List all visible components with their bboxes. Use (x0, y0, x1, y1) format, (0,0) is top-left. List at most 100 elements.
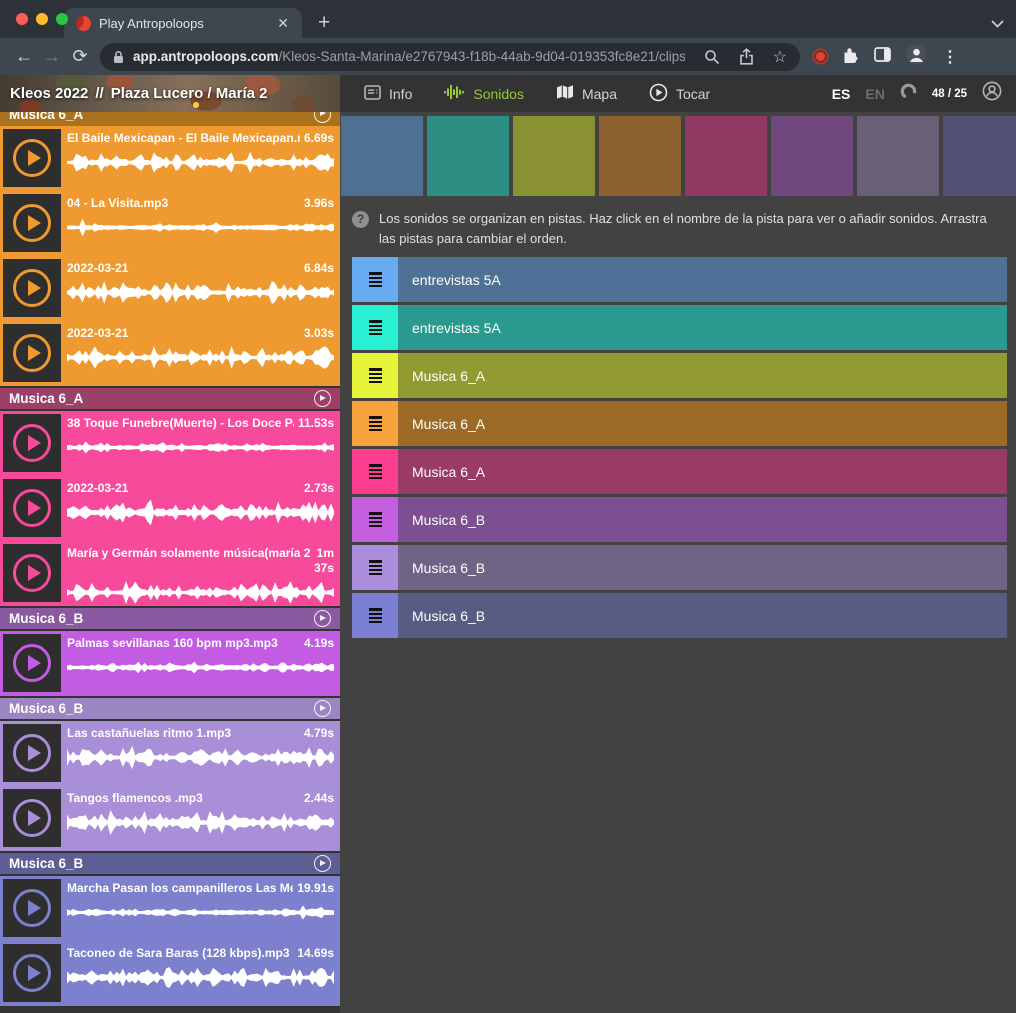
track-color-swatch[interactable] (943, 116, 1016, 196)
nav-item-sonidos[interactable]: Sonidos (444, 84, 524, 103)
track-name[interactable]: Musica 6_A (398, 449, 1007, 494)
track-color-swatch[interactable] (857, 116, 939, 196)
clip-waveform[interactable] (67, 149, 334, 176)
clip-play-button[interactable] (3, 324, 61, 382)
clip-play-button[interactable] (3, 789, 61, 847)
clip-waveform[interactable] (67, 279, 334, 306)
drag-handle[interactable] (352, 305, 398, 350)
tab-close-icon[interactable]: ✕ (274, 15, 292, 32)
drag-handle[interactable] (352, 401, 398, 446)
track-name[interactable]: Musica 6_A (398, 401, 1007, 446)
clip-play-button[interactable] (3, 479, 61, 537)
play-icon (13, 954, 51, 992)
clip-duration: 3.03s (304, 326, 334, 341)
track-name[interactable]: Musica 6_A (398, 353, 1007, 398)
track-row[interactable]: entrevistas 5A (352, 257, 1007, 302)
language-es-button[interactable]: ES (832, 86, 851, 102)
clip-waveform[interactable] (67, 214, 334, 241)
track-row[interactable]: Musica 6_B (352, 593, 1007, 638)
back-button[interactable]: ← (10, 46, 38, 67)
drag-handle[interactable] (352, 257, 398, 302)
forward-button[interactable]: → (38, 46, 66, 67)
clip-waveform[interactable] (67, 744, 334, 771)
clip-play-button[interactable] (3, 194, 61, 252)
drag-handle[interactable] (352, 545, 398, 590)
track-row[interactable]: Musica 6_B (352, 497, 1007, 542)
nav-item-mapa[interactable]: Mapa (556, 84, 617, 103)
clip-section-header[interactable]: Musica 6_A (0, 388, 340, 409)
track-color-swatch[interactable] (599, 116, 681, 196)
track-name[interactable]: entrevistas 5A (398, 305, 1007, 350)
extensions-puzzle-icon[interactable] (842, 46, 859, 68)
clip-waveform[interactable] (67, 964, 334, 991)
track-name[interactable]: Musica 6_B (398, 545, 1007, 590)
nav-item-tocar[interactable]: Tocar (649, 83, 710, 105)
breadcrumb-project[interactable]: Kleos 2022 (10, 85, 88, 102)
clip-name: Tangos flamencos .mp3 (67, 791, 300, 805)
clip-section-header[interactable]: Musica 6_B (0, 698, 340, 719)
clip-play-button[interactable] (3, 544, 61, 602)
share-icon[interactable] (739, 48, 754, 65)
clip-waveform[interactable] (67, 344, 334, 371)
clip-waveform[interactable] (67, 899, 334, 926)
language-en-button[interactable]: EN (865, 86, 884, 102)
track-color-swatch[interactable] (513, 116, 595, 196)
clip-play-button[interactable] (3, 259, 61, 317)
clip-row: Marcha Pasan los campanilleros Las Mejor… (0, 876, 340, 941)
minimize-window-button[interactable] (36, 13, 48, 25)
clip-section-header[interactable]: Musica 6_B (0, 853, 340, 874)
track-color-swatch[interactable] (427, 116, 509, 196)
track-row[interactable]: Musica 6_A (352, 353, 1007, 398)
clip-section-header[interactable]: Musica 6_B (0, 608, 340, 629)
drag-handle[interactable] (352, 497, 398, 542)
clip-waveform[interactable] (67, 809, 334, 836)
tab-search-chevron-icon[interactable] (991, 15, 1004, 33)
clip-duration: 3.96s (304, 196, 334, 211)
track-row[interactable]: entrevistas 5A (352, 305, 1007, 350)
browser-menu-kebab-icon[interactable]: ⋮ (942, 47, 958, 67)
clip-row: Palmas sevillanas 160 bpm mp3.mp3 4.19s (0, 631, 340, 696)
clip-section-label: Musica 6_B (9, 856, 314, 871)
track-row[interactable]: Musica 6_A (352, 449, 1007, 494)
clip-play-button[interactable] (3, 634, 61, 692)
zoom-page-icon[interactable] (704, 49, 720, 65)
track-color-swatch[interactable] (771, 116, 853, 196)
address-bar[interactable]: app.antropoloops.com/Kleos-Santa-Marina/… (100, 43, 800, 71)
close-window-button[interactable] (16, 13, 28, 25)
fullscreen-window-button[interactable] (56, 13, 68, 25)
clip-waveform[interactable] (67, 499, 334, 526)
section-play-icon[interactable] (314, 610, 331, 627)
track-color-swatch[interactable] (341, 116, 423, 196)
browser-profile-avatar[interactable] (906, 44, 927, 70)
track-name[interactable]: Musica 6_B (398, 593, 1007, 638)
bookmark-star-icon[interactable]: ☆ (773, 47, 787, 67)
track-name[interactable]: entrevistas 5A (398, 257, 1007, 302)
record-extension-icon[interactable] (814, 50, 827, 63)
clip-waveform[interactable] (67, 654, 334, 681)
account-icon[interactable] (982, 81, 1002, 106)
clip-waveform[interactable] (67, 579, 334, 606)
section-play-icon[interactable] (314, 112, 331, 123)
drag-handle[interactable] (352, 353, 398, 398)
section-play-icon[interactable] (314, 700, 331, 717)
track-color-swatch[interactable] (685, 116, 767, 196)
clip-play-button[interactable] (3, 879, 61, 937)
clip-play-button[interactable] (3, 414, 61, 472)
clip-section-header[interactable]: Musica 6_A (0, 112, 340, 126)
reload-button[interactable]: ⟳ (66, 46, 94, 67)
drag-handle[interactable] (352, 449, 398, 494)
drag-handle[interactable] (352, 593, 398, 638)
clip-play-button[interactable] (3, 129, 61, 187)
track-name[interactable]: Musica 6_B (398, 497, 1007, 542)
section-play-icon[interactable] (314, 855, 331, 872)
clip-waveform[interactable] (67, 434, 334, 461)
clip-play-button[interactable] (3, 944, 61, 1002)
track-row[interactable]: Musica 6_B (352, 545, 1007, 590)
track-row[interactable]: Musica 6_A (352, 401, 1007, 446)
nav-item-info[interactable]: Info (364, 85, 412, 103)
side-panel-icon[interactable] (874, 47, 891, 67)
new-tab-button[interactable]: + (318, 11, 330, 35)
section-play-icon[interactable] (314, 390, 331, 407)
clip-play-button[interactable] (3, 724, 61, 782)
browser-tab[interactable]: Play Antropoloops ✕ (64, 8, 302, 38)
